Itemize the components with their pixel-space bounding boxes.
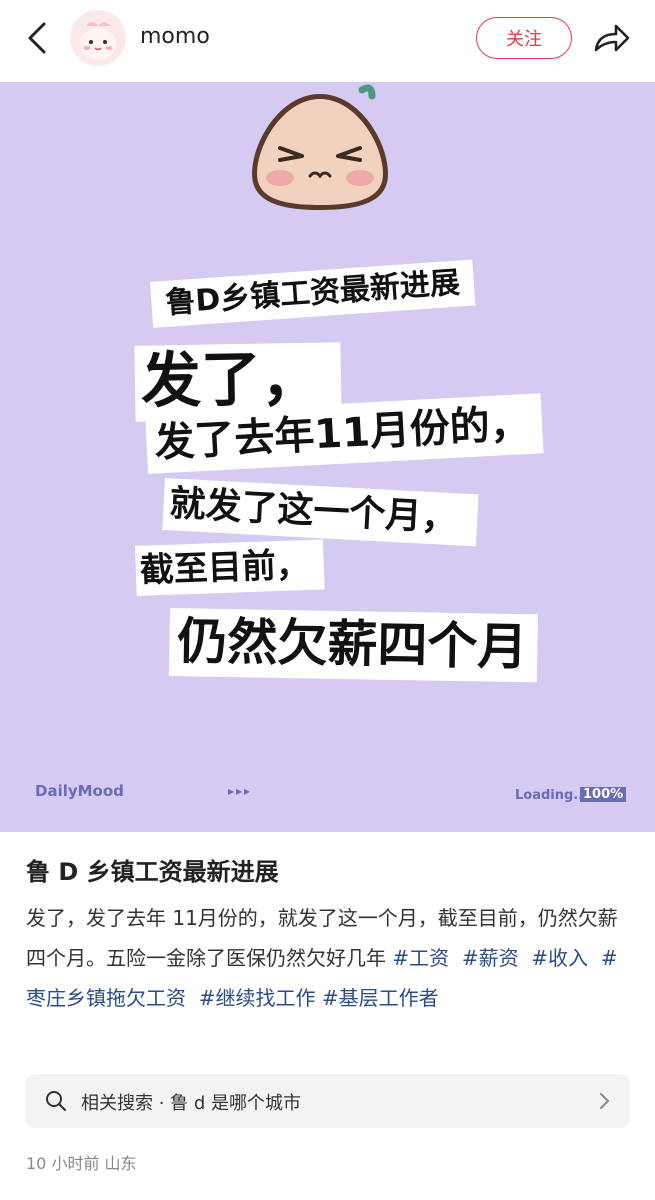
hashtag[interactable]: #收入 (531, 946, 588, 970)
follow-button[interactable]: 关注 (476, 17, 572, 59)
hashtag[interactable]: #薪资 (462, 946, 519, 970)
post-image[interactable]: 鲁D乡镇工资最新进展 发了， 发了去年11月份的， 就发了这一个月， 截至目前，… (0, 82, 655, 832)
loading-label: Loading... (515, 788, 589, 803)
poster-line: 仍然欠薪四个月 (168, 608, 538, 683)
poster-line: 就发了这一个月， (162, 478, 479, 547)
poster-line: 鲁D乡镇工资最新进展 (150, 259, 476, 328)
top-bar: momo 关注 (0, 0, 655, 82)
back-arrow-icon[interactable] (18, 18, 54, 58)
hashtag[interactable]: #工资 (392, 946, 449, 970)
username[interactable]: momo (140, 24, 210, 49)
post-time: 10 小时前 (26, 1154, 100, 1173)
brand-label: DailyMood (35, 782, 124, 800)
mascot-illustration (252, 84, 388, 210)
chevron-right-icon (600, 1093, 609, 1109)
arrows-decoration: ▸▸▸ (228, 784, 253, 798)
search-icon (46, 1091, 67, 1112)
hashtag[interactable]: #基层工作者 (322, 986, 439, 1010)
poster-line: 截至目前， (135, 539, 325, 596)
related-search-bar[interactable]: 相关搜索 · 鲁 d 是哪个城市 (25, 1074, 630, 1128)
post-title: 鲁 D 乡镇工资最新进展 (26, 858, 279, 886)
post-text: 发了，发了去年 11月份的，就发了这一个月，截至目前，仍然欠薪四个月。五险一金除… (26, 906, 618, 970)
related-search-text: 相关搜索 · 鲁 d 是哪个城市 (81, 1093, 302, 1114)
post-body: 发了，发了去年 11月份的，就发了这一个月，截至目前，仍然欠薪四个月。五险一金除… (26, 898, 631, 1018)
post-location: 山东 (104, 1154, 137, 1173)
post-meta: 10 小时前 山东 (26, 1150, 137, 1174)
hashtag[interactable]: #继续找工作 (199, 986, 316, 1010)
avatar[interactable] (70, 10, 126, 66)
share-icon[interactable] (590, 18, 632, 58)
progress-badge: 100% (580, 787, 627, 802)
